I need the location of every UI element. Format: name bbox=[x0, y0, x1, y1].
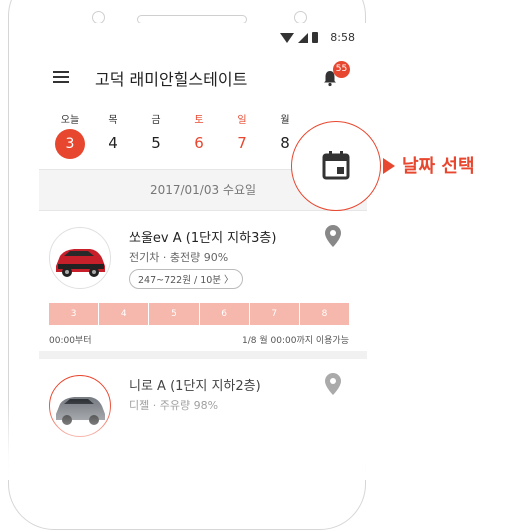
day-name: 월 bbox=[280, 115, 290, 126]
price-button[interactable]: 247~722원 / 10분 〉 bbox=[129, 269, 243, 289]
status-bar: 8:58 bbox=[39, 23, 367, 53]
timeline-slot[interactable]: 3 bbox=[49, 303, 100, 325]
app-bar: 고덕 래미안힐스테이트 55 bbox=[39, 53, 367, 103]
car-name: 쏘울ev A (1단지 지하3층) bbox=[129, 231, 277, 246]
status-time: 8:58 bbox=[330, 31, 355, 44]
available-from: 00:00부터 bbox=[49, 336, 92, 346]
car-name: 니로 A (1단지 지하2층) bbox=[129, 379, 261, 394]
timeline-slot[interactable]: 8 bbox=[299, 303, 350, 325]
day-name: 토 bbox=[194, 115, 204, 126]
location-pin-icon[interactable] bbox=[325, 225, 341, 247]
car-image-icon bbox=[56, 249, 105, 277]
wifi-icon bbox=[280, 32, 295, 43]
car-image-icon bbox=[56, 397, 105, 425]
day-name: 목 bbox=[108, 115, 118, 126]
day-number: 6 bbox=[194, 134, 204, 152]
car-info: 전기차 · 충전량 90% bbox=[129, 251, 229, 264]
car-photo bbox=[49, 375, 111, 437]
timeline-slot[interactable]: 5 bbox=[149, 303, 200, 325]
signal-icon bbox=[298, 32, 309, 43]
phone-frame: 8:58 고덕 래미안힐스테이트 55 오늘 3 목 4 금 5 토 6 일 7… bbox=[8, 0, 367, 530]
app-screen: 8:58 고덕 래미안힐스테이트 55 오늘 3 목 4 금 5 토 6 일 7… bbox=[39, 23, 367, 463]
day-number: 5 bbox=[151, 134, 161, 152]
menu-icon[interactable] bbox=[53, 71, 69, 83]
battery-icon bbox=[312, 32, 319, 43]
car-list-item[interactable]: 쏘울ev A (1단지 지하3층) 전기차 · 충전량 90% 247~722원… bbox=[39, 211, 367, 359]
app-title: 고덕 래미안힐스테이트 bbox=[95, 70, 248, 89]
day-number: 3 bbox=[55, 129, 85, 159]
car-info: 디젤 · 주유량 98% bbox=[129, 399, 219, 412]
timeline-slot[interactable]: 7 bbox=[249, 303, 300, 325]
callout-label: 날짜 선택 bbox=[402, 156, 475, 177]
day-sun[interactable]: 일 7 bbox=[222, 111, 262, 157]
available-until: 1/8 월 00:00까지 이용가능 bbox=[242, 336, 349, 346]
day-fri[interactable]: 금 5 bbox=[136, 111, 176, 157]
calendar-icon[interactable] bbox=[322, 150, 350, 180]
day-number: 7 bbox=[237, 134, 247, 152]
callout-arrow bbox=[383, 158, 395, 174]
location-pin-icon[interactable] bbox=[325, 373, 341, 395]
timeline-slot[interactable]: 4 bbox=[99, 303, 150, 325]
day-name: 오늘 bbox=[60, 115, 80, 126]
day-name: 금 bbox=[151, 115, 161, 126]
day-thu[interactable]: 목 4 bbox=[93, 111, 133, 157]
availability-timeline[interactable]: 3 4 5 6 7 8 bbox=[49, 303, 350, 325]
timeline-slot[interactable]: 6 bbox=[199, 303, 250, 325]
notification-badge: 55 bbox=[333, 61, 350, 78]
day-sat[interactable]: 토 6 bbox=[179, 111, 219, 157]
car-list-item[interactable]: 니로 A (1단지 지하2층) 디젤 · 주유량 98% bbox=[39, 359, 367, 449]
car-photo bbox=[49, 227, 111, 289]
day-number: 4 bbox=[108, 134, 118, 152]
day-name: 일 bbox=[237, 115, 247, 126]
day-today[interactable]: 오늘 3 bbox=[50, 111, 90, 159]
